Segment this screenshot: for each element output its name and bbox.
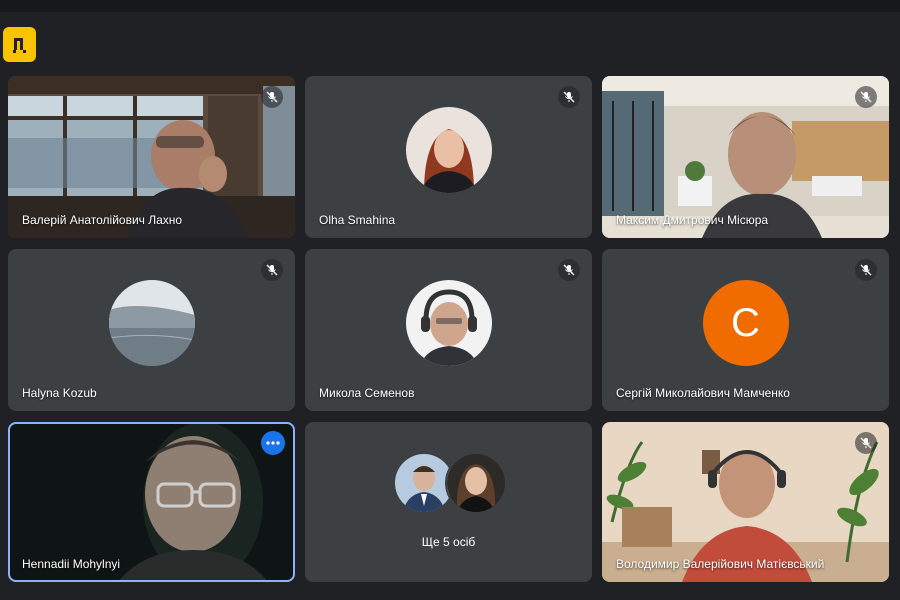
other-participants-avatars (392, 452, 507, 514)
participant-tile-lakhno[interactable]: Валерій Анатолійович Лахно (8, 76, 295, 238)
participant-name: Володимир Валерійович Матієвський (616, 557, 825, 571)
participant-name: Hennadii Mohylnyi (22, 557, 121, 571)
participant-tile-mohylnyi[interactable]: Hennadii Mohylnyi (8, 422, 295, 582)
mic-off-icon (563, 91, 575, 103)
mic-off-icon (563, 264, 575, 276)
participant-tile-matiievskyi[interactable]: Володимир Валерійович Матієвський (602, 422, 889, 582)
mute-indicator (261, 86, 283, 108)
more-options-button[interactable] (261, 431, 285, 455)
more-options-icon (266, 441, 280, 445)
app-logo-icon (12, 37, 26, 53)
participant-tile-kozub[interactable]: Halyna Kozub (8, 249, 295, 411)
participant-name: Olha Smahina (319, 213, 396, 227)
mic-off-icon (266, 91, 278, 103)
avatar (405, 107, 492, 193)
mic-off-icon (860, 437, 872, 449)
mute-indicator (855, 86, 877, 108)
mute-indicator (558, 259, 580, 281)
mic-off-icon (266, 264, 278, 276)
other-participants-count: Ще 5 осіб (421, 535, 476, 549)
other-participants-tile[interactable]: Ще 5 осіб (305, 422, 592, 582)
participant-name: Максим Дмитрович Місюра (616, 213, 769, 227)
participant-grid: Валерій Анатолійович Лахно Olha Smahina (8, 76, 890, 582)
participant-tile-smahina[interactable]: Olha Smahina (305, 76, 592, 238)
participant-name: Halyna Kozub (22, 386, 97, 400)
participant-tile-semenov[interactable]: Микола Семенов (305, 249, 592, 411)
avatar (405, 280, 492, 366)
participant-tile-mamchenko[interactable]: С Сергій Миколайович Мамченко (602, 249, 889, 411)
app-logo (3, 27, 36, 62)
letter-avatar: С (702, 280, 789, 366)
mute-indicator (855, 259, 877, 281)
participant-name: Микола Семенов (319, 386, 415, 400)
avatar (108, 280, 195, 366)
participant-name: Сергій Миколайович Мамченко (616, 386, 790, 400)
mute-indicator (261, 259, 283, 281)
mic-off-icon (860, 264, 872, 276)
mute-indicator (558, 86, 580, 108)
participant-tile-misiura[interactable]: Максим Дмитрович Місюра (602, 76, 889, 238)
avatar (444, 452, 507, 514)
window-top-strip (0, 0, 900, 12)
mute-indicator (855, 432, 877, 454)
participant-name: Валерій Анатолійович Лахно (22, 213, 183, 227)
mic-off-icon (860, 91, 872, 103)
